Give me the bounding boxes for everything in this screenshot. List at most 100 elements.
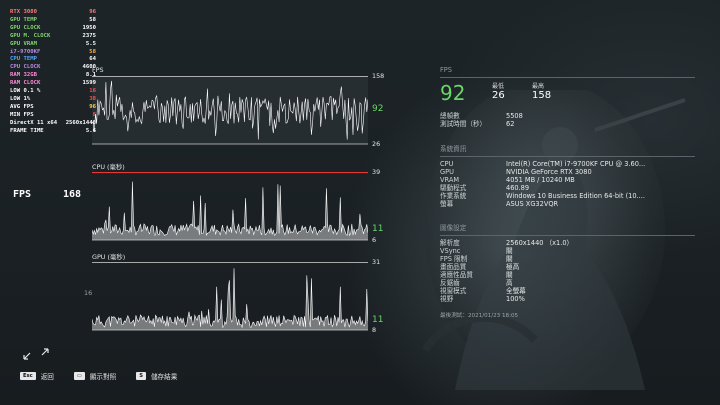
bottom-action-2[interactable]: S 儲存結果 [136, 371, 177, 381]
test-time-value: 62 [506, 120, 515, 128]
graph-side-label: 16 [84, 289, 93, 297]
info-row: 驅動程式 460.89 [440, 184, 695, 192]
overlay-stat-label: GPU VRAM [10, 40, 37, 47]
overlay-stat-value: 58 [89, 48, 96, 55]
graph-plot [92, 76, 368, 145]
graph-title: FPS [92, 66, 104, 74]
info-label: VSync [440, 247, 461, 255]
system-header: 系統資訊 [440, 145, 467, 153]
graph-title: GPU (毫秒) [92, 253, 126, 261]
info-label: 解析度 [440, 239, 460, 247]
info-value: Intel(R) Core(TM) i7-9700KF CPU @ 3.60..… [506, 160, 646, 168]
overlay-stat-label: RTX 3080 [10, 9, 37, 15]
action-label: 返回 [40, 373, 54, 381]
last-test-timestamp: 最後測試：2021/01/23 18:05 [440, 313, 519, 319]
info-label: 適應性品質 [440, 271, 473, 279]
info-label: GPU [440, 168, 454, 176]
info-row: 解析度 2560x1440 （x1.0） [440, 239, 695, 247]
divider [440, 235, 695, 236]
overlay-stat-row: FRAME TIME 5.6 [10, 128, 96, 136]
overlay-stat-label: RAM 32GB [10, 72, 37, 79]
overlay-stat-label: LOW 0.1 % [10, 88, 41, 95]
info-value: 100% [506, 295, 525, 303]
fps-current-value: 92 [440, 81, 466, 105]
info-row: 適應性品質 關 [440, 271, 695, 279]
info-value: 高 [506, 279, 513, 287]
overlay-stat-row: DirectX 11 x64 2560x1440 [10, 120, 96, 128]
info-row: VRAM 4051 MB / 10240 MB [440, 176, 695, 184]
divider [440, 77, 695, 78]
bottom-action-1[interactable]: ▭ 顯示對照 [73, 371, 117, 381]
key-hint-icon: S [136, 372, 146, 380]
info-label: 反鋸齒 [440, 279, 460, 287]
total-frames-value: 5508 [506, 112, 523, 120]
overlay-stat-row: CPU CLOCK 4600 [10, 64, 96, 72]
info-row: 反鋸齒 高 [440, 279, 695, 287]
overlay-stat-row: LOW 1%38 [10, 96, 96, 104]
info-row: 視窗模式 全螢幕 [440, 287, 695, 295]
overlay-stat-row: CPU TEMP 64 [10, 56, 96, 64]
graphics-settings-list: 解析度 2560x1440 （x1.0） VSync 關 FPS 限制關畫面品質 極高 適應… [440, 239, 695, 303]
fps-min-label: 最低 [492, 83, 505, 90]
bottom-action-bar: Esc 返回 ▭ 顯示對照 S 儲存結果 [20, 371, 197, 381]
info-label: CPU [440, 160, 454, 168]
fps-overlay-value: 168 [63, 189, 82, 200]
overlay-stat-row: RAM CLOCK 1599 [10, 80, 96, 88]
overlay-stat-label: GPU M. CLOCK [10, 32, 51, 39]
overlay-stat-label: GPU CLOCK [10, 24, 41, 31]
info-value: 關 [506, 255, 513, 263]
system-info-list: CPU Intel(R) Core(TM) i7-9700KF CPU @ 3.6… [440, 160, 695, 208]
fps-min-value: 26 [492, 90, 505, 101]
overlay-stat-row: i7-9700KF 58 [10, 49, 96, 57]
action-label: 顯示對照 [89, 373, 117, 381]
overlay-stat-row: GPU M. CLOCK 2375 [10, 33, 96, 41]
overlay-stat-label: FRAME TIME [10, 127, 44, 134]
info-value: NVIDIA GeForce RTX 3080 [506, 168, 592, 176]
fps-header: FPS [440, 66, 452, 74]
info-row: 作業系統 Windows 10 Business Edition 64-bit (… [440, 192, 695, 200]
overlay-stat-value: 58 [89, 16, 96, 23]
info-value: 460.89 [506, 184, 530, 192]
settings-header: 圖像設定 [440, 224, 467, 232]
overlay-stat-label: i7-9700KF [10, 48, 41, 55]
overlay-stat-label: RAM CLOCK [10, 80, 41, 87]
info-value: 關 [506, 247, 513, 255]
info-value: 2560x1440 （x1.0） [506, 239, 574, 247]
results-panel: FPS 92 最低 26 最高 158 總幀數 5508 測試時間（秒） 62 系統… [440, 66, 695, 319]
bottom-action-0[interactable]: Esc 返回 [20, 371, 54, 381]
graph-min-label: 26 [372, 140, 381, 148]
info-value: 全螢幕 [506, 287, 526, 295]
info-row: FPS 限制 關 [440, 255, 695, 263]
info-label: 視野 [440, 295, 454, 303]
graph-current-value: 11 [372, 223, 384, 234]
graph-max-label: 31 [372, 258, 381, 266]
info-row: VSync 關 [440, 247, 695, 255]
info-value: 關 [506, 271, 513, 279]
overlay-stat-row: RTX 3080 96 [10, 9, 96, 17]
info-row: 螢幕 ASUS XG32VQR [440, 200, 695, 208]
graph-min-label: 6 [372, 236, 377, 244]
performance-overlay: RTX 3080 96 GPU TEMP 58 GPU CLOCK 1950 GPU M. … [10, 9, 96, 136]
overlay-stat-value: 5.5 [85, 40, 96, 47]
info-row: GPU NVIDIA GeForce RTX 3080 [440, 168, 695, 176]
info-value: ASUS XG32VQR [506, 200, 559, 208]
benchmark-graphs: FPS 158 26 92 CPU (毫秒) 39 6 11 GPU (毫秒) 31 8 11 16 [84, 66, 392, 356]
overlay-stat-row: LOW 0.1 %16 [10, 88, 96, 96]
info-label: 作業系統 [440, 192, 467, 200]
graph-plot [92, 172, 368, 241]
graph-min-label: 8 [372, 326, 377, 334]
key-hint-icon: ▭ [73, 372, 85, 380]
info-label: FPS 限制 [440, 255, 468, 263]
overlay-stat-row: MIN FPS8 [10, 112, 96, 120]
overlay-stat-label: CPU TEMP [10, 56, 37, 63]
overlay-stat-label: DirectX 11 x64 [10, 119, 58, 126]
overlay-stat-label: GPU TEMP [10, 16, 37, 23]
info-label: VRAM [440, 176, 460, 184]
graph-title: CPU (毫秒) [92, 163, 125, 171]
overlay-stat-label: AVG FPS [10, 103, 34, 110]
overlay-stat-value: 64 [89, 56, 96, 63]
overlay-stat-value: 96 [89, 9, 96, 15]
divider [440, 156, 695, 157]
overlay-stat-row: GPU CLOCK 1950 [10, 25, 96, 33]
collapse-arrows-icon[interactable] [22, 347, 50, 361]
